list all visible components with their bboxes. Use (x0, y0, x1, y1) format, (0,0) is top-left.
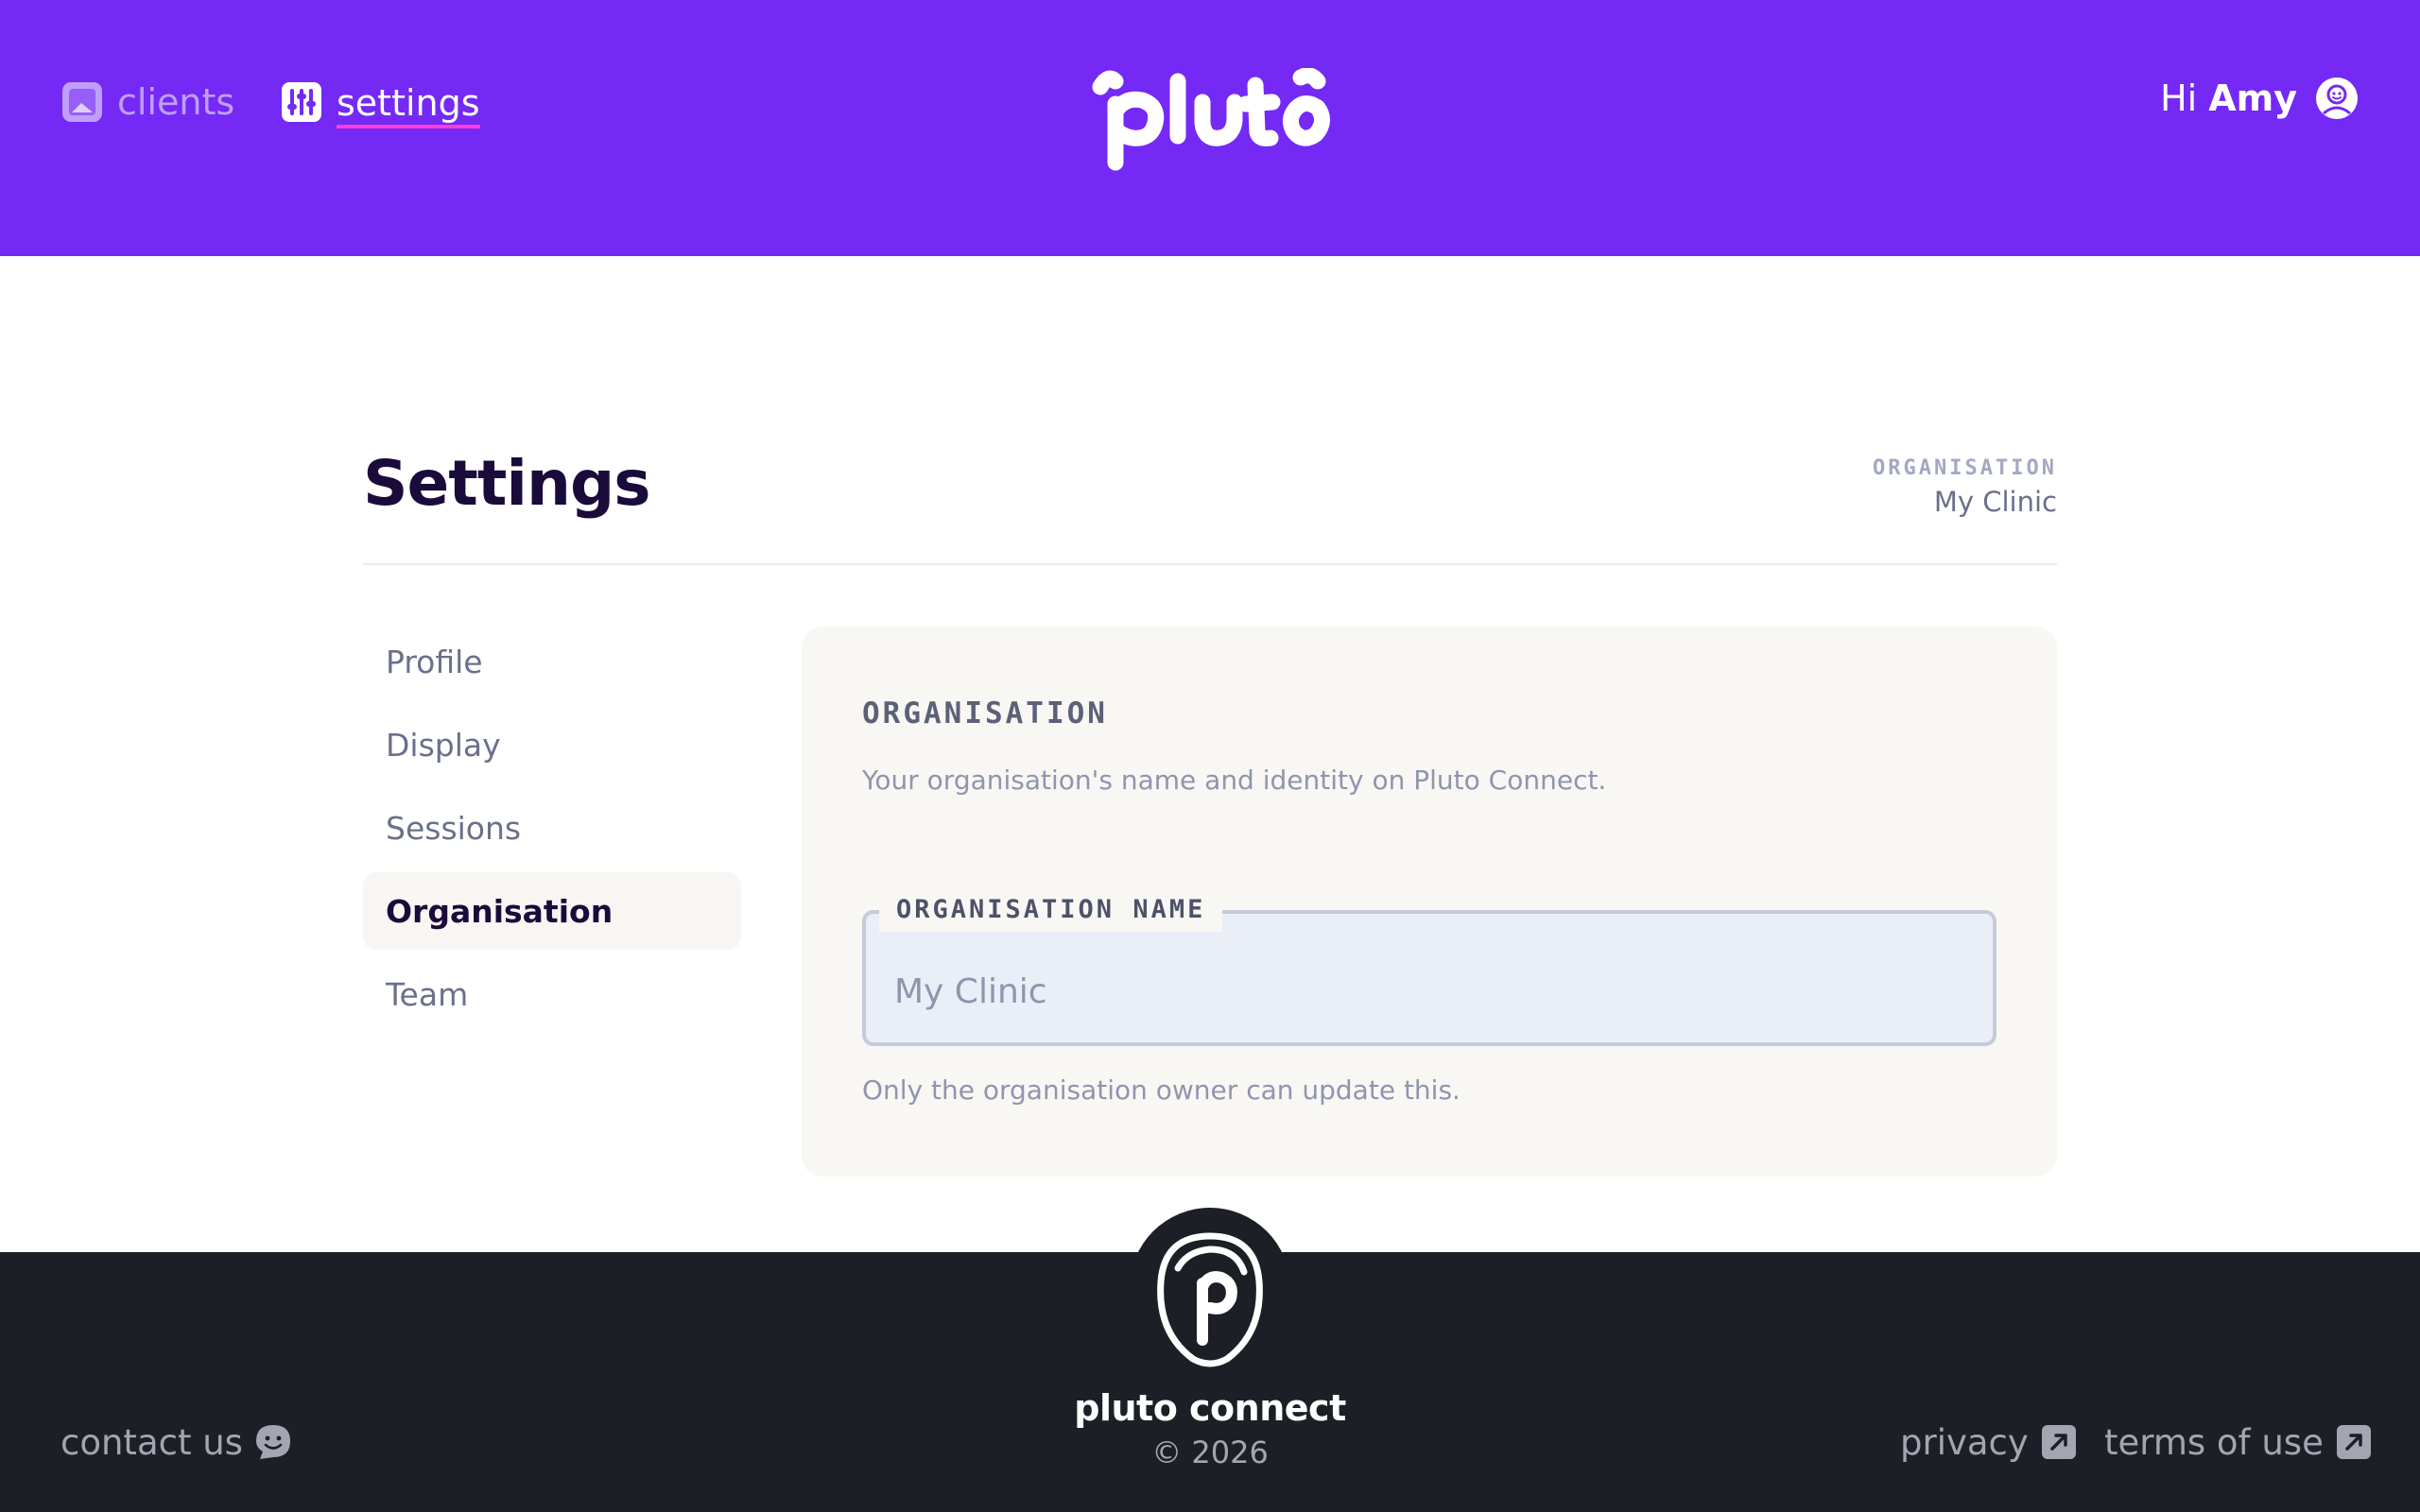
contact-us-label: contact us (60, 1421, 243, 1463)
nav-settings-link[interactable]: settings (280, 72, 480, 132)
user-name: Amy (2208, 77, 2297, 119)
external-link-icon (2336, 1425, 2371, 1459)
organisation-name-field: ORGANISATION NAME (862, 885, 1996, 1046)
page-title: Settings (363, 447, 651, 520)
terms-of-use-link[interactable]: terms of use (2104, 1419, 2373, 1465)
card-title: ORGANISATION (862, 696, 1108, 730)
side-nav-organisation[interactable]: Organisation (363, 872, 741, 950)
nav-settings-label: settings (337, 85, 480, 129)
card-description: Your organisation's name and identity on… (862, 765, 1607, 796)
organisation-card: ORGANISATION Your organisation's name an… (802, 627, 2057, 1177)
contact-us-link[interactable]: contact us (60, 1419, 292, 1465)
top-header: clients settings Hi Amy (0, 0, 2420, 256)
external-link-icon (2041, 1425, 2076, 1459)
chat-smile-icon (255, 1425, 290, 1459)
side-nav-sessions[interactable]: Sessions (363, 789, 741, 867)
greeting-prefix: Hi (2160, 77, 2198, 119)
settings-sliders-icon (282, 82, 321, 122)
side-nav-display[interactable]: Display (363, 706, 741, 783)
clients-icon (62, 82, 102, 122)
terms-of-use-label: terms of use (2104, 1421, 2324, 1463)
pluto-connect-logo-icon (1157, 1232, 1263, 1367)
side-nav-profile[interactable]: Profile (363, 623, 741, 700)
pluto-logo[interactable] (1087, 68, 1333, 181)
nav-clients-link[interactable]: clients (60, 72, 234, 132)
side-nav-team[interactable]: Team (363, 955, 741, 1033)
field-help-text: Only the organisation owner can update t… (862, 1074, 1461, 1106)
org-meta-value: My Clinic (1933, 486, 2057, 518)
nav-clients-label: clients (117, 81, 235, 123)
org-meta-label: ORGANISATION (1873, 456, 2057, 480)
organisation-name-label: ORGANISATION NAME (879, 885, 1223, 932)
user-avatar-icon (2316, 77, 2358, 119)
organisation-name-input[interactable] (894, 972, 1953, 1011)
privacy-link[interactable]: privacy (1900, 1419, 2078, 1465)
title-divider (363, 563, 2057, 565)
settings-main: Settings ORGANISATION My Clinic Profile … (363, 256, 2057, 1252)
org-meta: ORGANISATION My Clinic (1873, 456, 2057, 518)
settings-side-nav: Profile Display Sessions Organisation Te… (363, 623, 741, 1039)
privacy-label: privacy (1900, 1421, 2029, 1463)
user-greeting[interactable]: Hi Amy (2160, 74, 2360, 123)
